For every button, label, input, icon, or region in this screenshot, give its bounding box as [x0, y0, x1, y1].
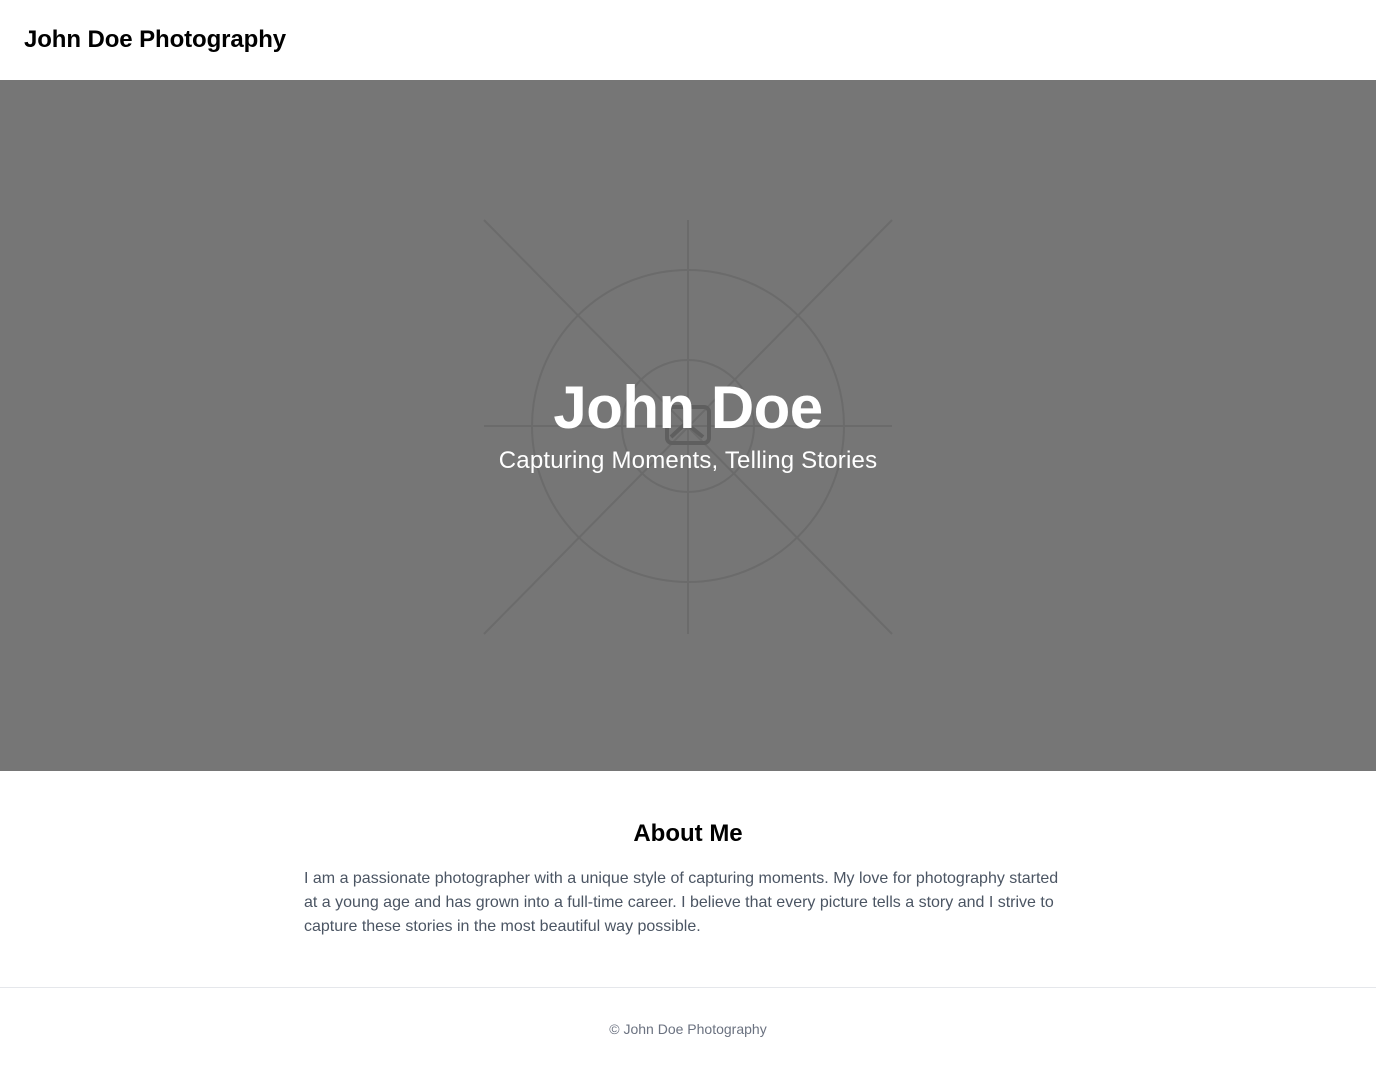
about-body: I am a passionate photographer with a un…	[304, 870, 1059, 935]
about-heading: About Me	[633, 820, 743, 847]
site-header: John Doe Photography	[0, 0, 1376, 80]
hero-section: John Doe Capturing Moments, Telling Stor…	[0, 80, 1376, 771]
hero-tagline: Capturing Moments, Telling Stories	[498, 447, 878, 474]
about-section: About Me I am a passionate photographer …	[0, 771, 1376, 987]
site-title[interactable]: John Doe Photography	[24, 26, 286, 54]
site-footer: © John Doe Photography	[0, 987, 1376, 1067]
footer-copyright: © John Doe Photography	[609, 1021, 767, 1037]
hero-text: John Doe Capturing Moments, Telling Stor…	[0, 372, 1376, 476]
hero-title: John Doe	[553, 374, 823, 441]
